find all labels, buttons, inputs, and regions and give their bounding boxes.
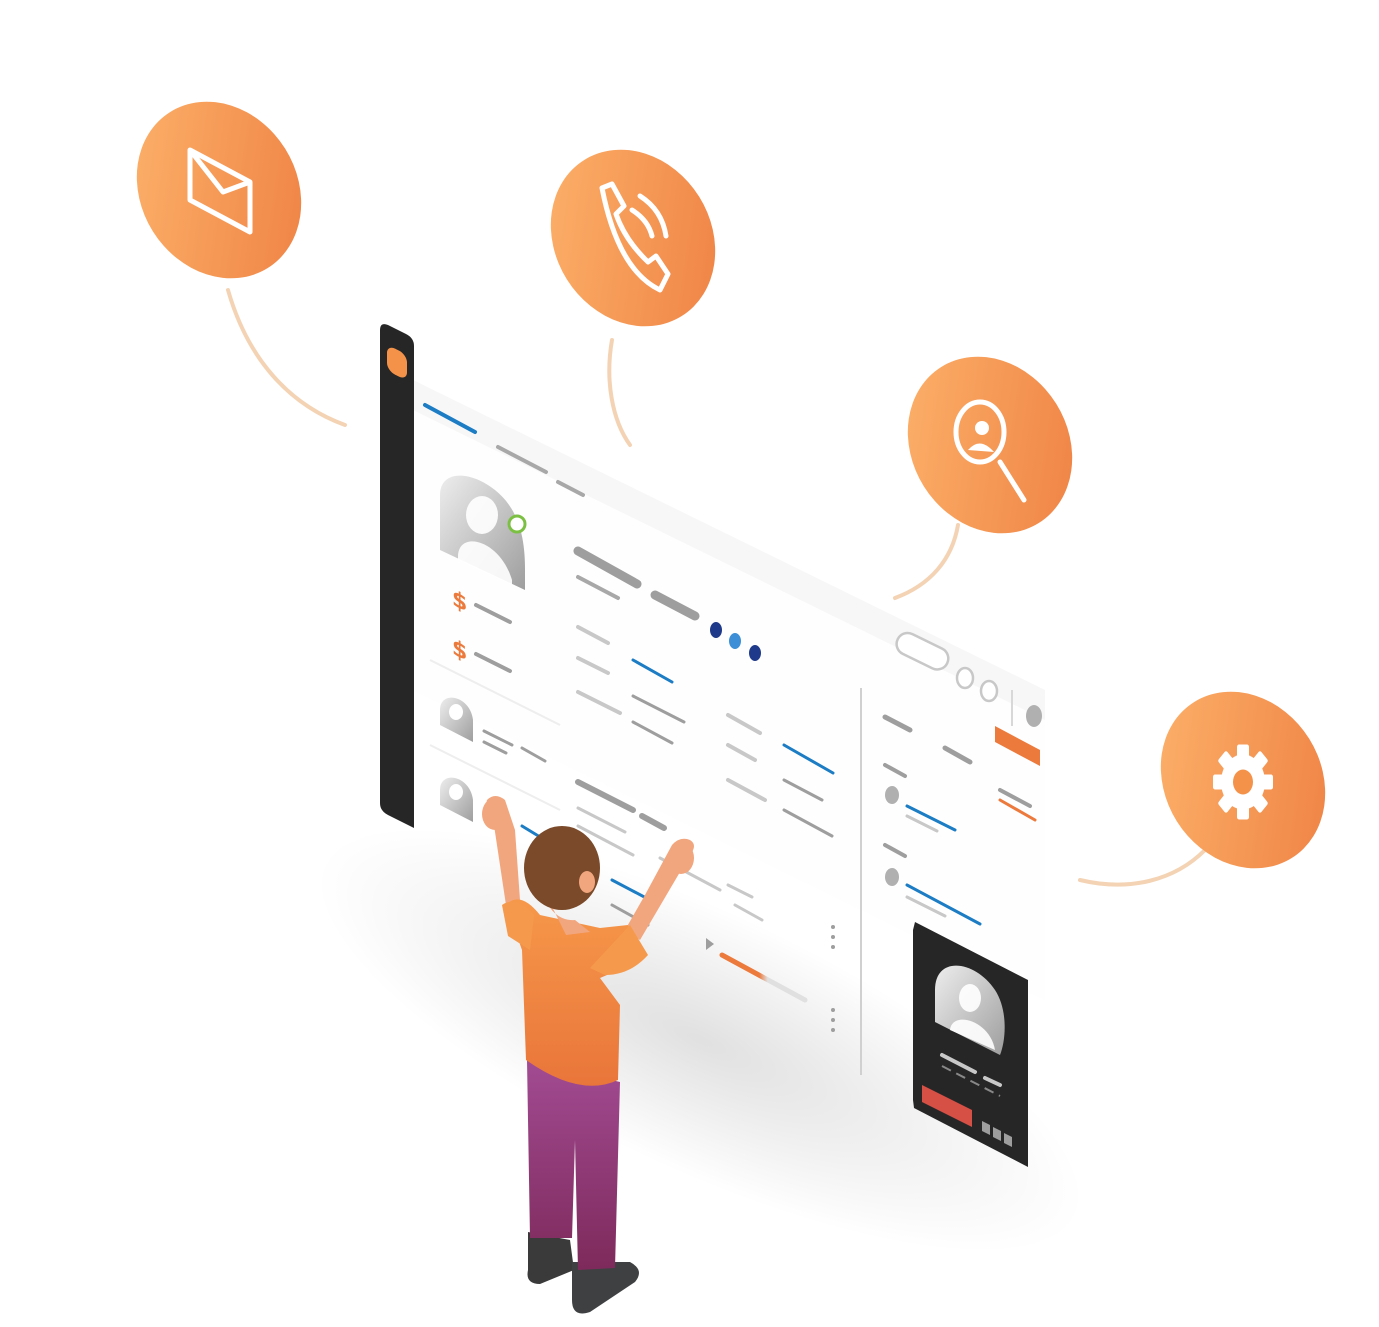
avatar[interactable]: [1026, 705, 1042, 727]
settings-bubble[interactable]: [1128, 661, 1358, 900]
toolbar-button[interactable]: [955, 666, 975, 690]
illustration-scene: $ $: [104, 71, 1358, 1314]
email-bubble[interactable]: [104, 71, 334, 310]
list-item-avatar[interactable]: [885, 786, 899, 804]
contact-search-bubble[interactable]: [875, 326, 1105, 565]
list-item-avatar[interactable]: [885, 868, 899, 886]
toolbar-button[interactable]: [979, 679, 999, 703]
more-menu-icon[interactable]: [831, 925, 835, 949]
online-status-icon: [507, 514, 527, 534]
phone-bubble[interactable]: [518, 119, 748, 358]
gear-icon: [1213, 744, 1273, 820]
sidebar: [380, 324, 414, 828]
